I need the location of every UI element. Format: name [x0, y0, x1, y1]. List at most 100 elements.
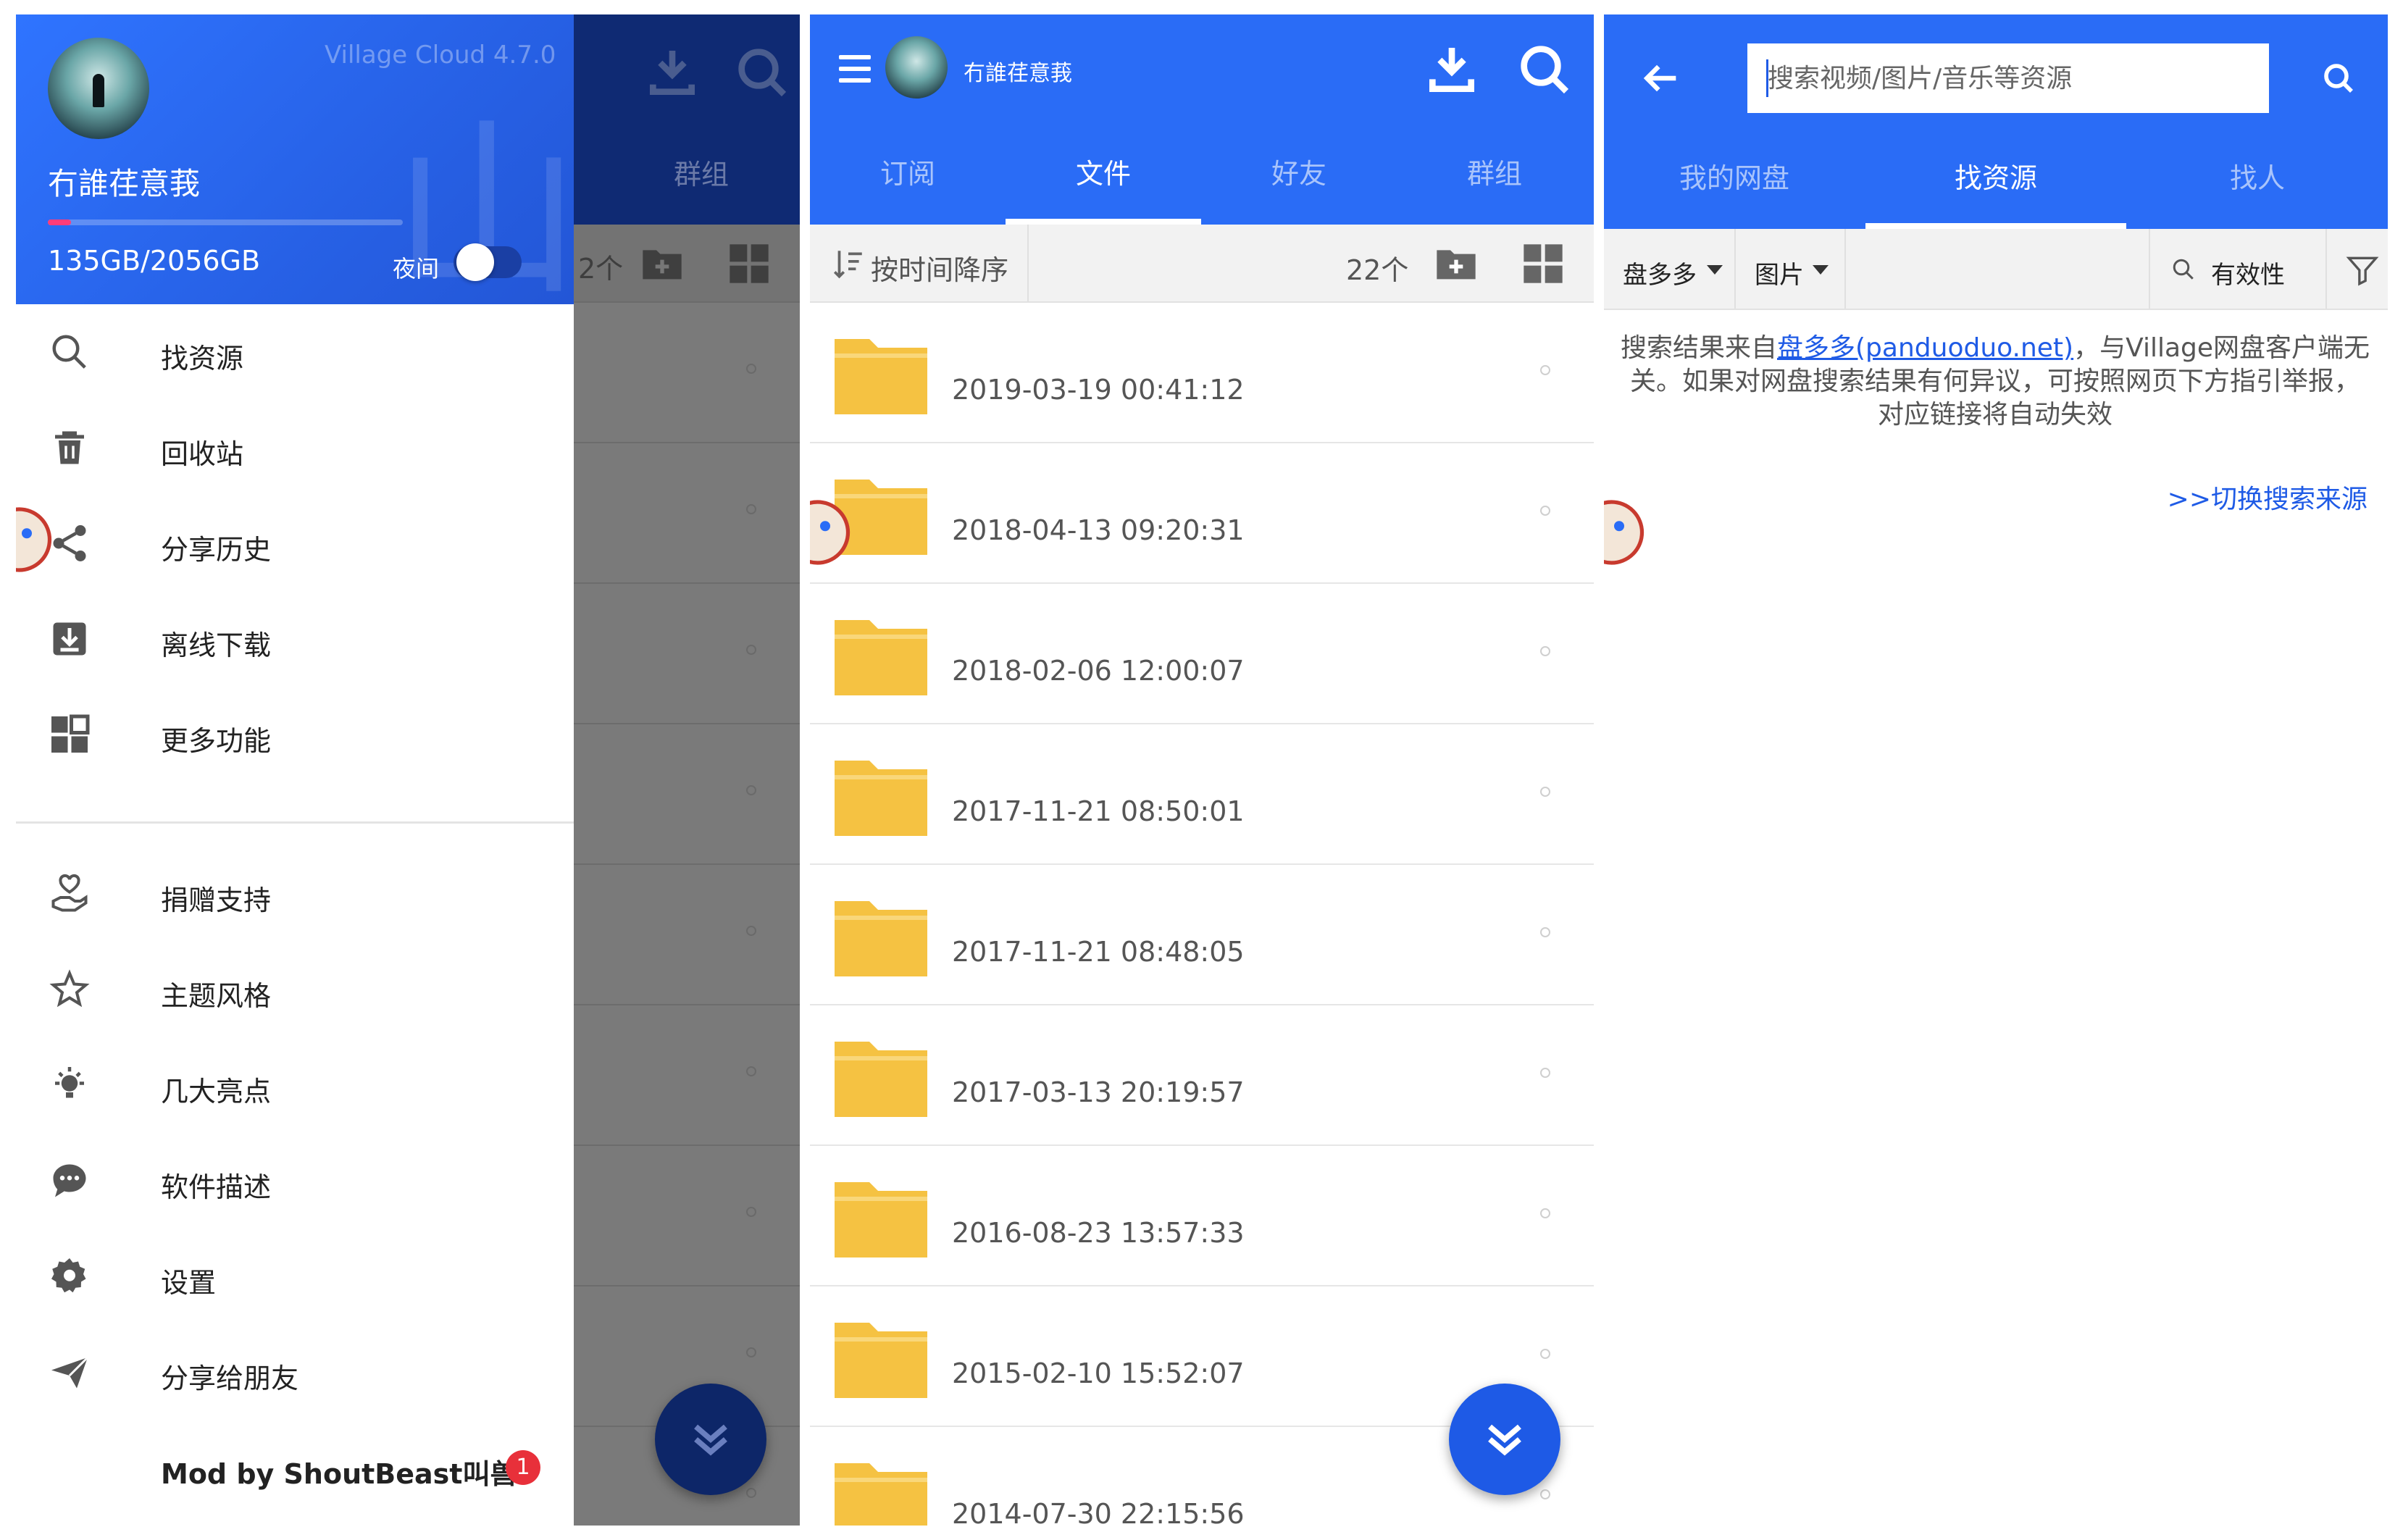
file-row[interactable]: 2017-03-13 20:19:57: [810, 1005, 1594, 1146]
grid-view-icon: [730, 244, 769, 283]
menu-item-recycle-bin[interactable]: 回收站: [16, 400, 574, 495]
tab-find-resources[interactable]: 找资源: [1865, 135, 2126, 229]
search-input[interactable]: [1768, 58, 2246, 99]
dropdown-arrow-icon: [1707, 265, 1723, 275]
grid-view-icon[interactable]: [1520, 240, 1566, 287]
donate-hand-heart-icon: [51, 874, 88, 912]
file-date: 2018-04-13 09:20:31: [952, 514, 1245, 546]
dimmed-radio: [746, 926, 756, 936]
search-icon[interactable]: [1516, 41, 1574, 99]
select-radio[interactable]: [1540, 646, 1550, 656]
validity-filter-button[interactable]: 有效性: [2149, 229, 2327, 309]
search-icon[interactable]: [2321, 61, 2356, 96]
sort-descending-icon: [833, 251, 862, 279]
menu-item-theme[interactable]: 主题风格: [16, 942, 574, 1037]
switch-search-source-link[interactable]: >>切换搜索来源: [2168, 478, 2368, 516]
select-radio[interactable]: [1540, 506, 1550, 516]
search-source-notice: 搜索结果来自盘多多(panduoduo.net)，与Village网盘客户端无关…: [1618, 332, 2372, 432]
back-arrow-icon[interactable]: [1637, 55, 1684, 101]
panduoduo-link[interactable]: 盘多多(panduoduo.net): [1777, 333, 2073, 363]
search-box[interactable]: [1747, 43, 2269, 113]
folder-icon: [835, 1463, 927, 1526]
file-row[interactable]: 2019-03-19 00:41:12: [810, 303, 1594, 443]
select-radio[interactable]: [1540, 1208, 1550, 1218]
file-row[interactable]: 2017-11-21 08:50:01: [810, 724, 1594, 865]
tab-files[interactable]: 文件: [1006, 130, 1201, 225]
mascot-floating-icon[interactable]: [16, 493, 52, 587]
storage-quota-bar: [48, 219, 403, 225]
avatar[interactable]: [885, 36, 948, 99]
menu-item-settings[interactable]: 设置: [16, 1229, 574, 1324]
mascot-floating-icon[interactable]: [810, 485, 851, 579]
select-radio[interactable]: [1540, 787, 1550, 797]
dimmed-radio: [746, 1488, 756, 1498]
menu-item-donate[interactable]: 捐赠支持: [16, 846, 574, 942]
dimmed-radio: [746, 1207, 756, 1217]
menu-item-find-resources[interactable]: 找资源: [16, 304, 574, 400]
paper-plane-icon: [51, 1356, 89, 1389]
folder-icon: [835, 620, 927, 695]
menu-item-description[interactable]: 软件描述: [16, 1133, 574, 1229]
download-icon[interactable]: [1423, 41, 1481, 99]
menu-item-share-friends[interactable]: 分享给朋友: [16, 1324, 574, 1420]
file-date: 2016-08-23 13:57:33: [952, 1217, 1245, 1249]
mod-credit-label: Mod by ShoutBeast叫兽: [161, 1458, 518, 1490]
sort-label: 按时间降序: [871, 254, 1009, 286]
select-radio[interactable]: [1540, 1489, 1550, 1499]
menu-item-offline-download[interactable]: 离线下载: [16, 591, 574, 687]
search-icon: [2173, 259, 2194, 280]
download-icon: [650, 51, 695, 95]
type-dropdown[interactable]: 图片: [1736, 229, 1846, 309]
file-date: 2017-11-21 08:48:05: [952, 936, 1245, 968]
menu-item-label: 设置: [161, 1267, 217, 1299]
file-date: 2015-02-10 15:52:07: [952, 1357, 1245, 1389]
folder-icon: [835, 1182, 927, 1257]
dropdown-arrow-icon: [1813, 265, 1829, 275]
navigation-drawer: 山 Village Cloud 4.7.0 冇誰荏意莪 135GB/2056GB…: [16, 14, 574, 1526]
tab-my-drive[interactable]: 我的网盘: [1604, 135, 1865, 229]
new-folder-icon[interactable]: [1433, 240, 1479, 287]
file-row[interactable]: 2016-08-23 13:57:33: [810, 1146, 1594, 1286]
offline-download-icon: [53, 622, 86, 656]
filter-bar: 盘多多 图片 有效性: [1604, 229, 2388, 310]
file-row[interactable]: 2018-04-13 09:20:31: [810, 443, 1594, 584]
tab-groups[interactable]: 群组: [1397, 130, 1592, 225]
sort-button[interactable]: 按时间降序: [810, 225, 1029, 301]
select-radio[interactable]: [1540, 365, 1550, 375]
dimmed-radio: [746, 645, 756, 655]
validity-label: 有效性: [2211, 261, 2285, 290]
tab-friends[interactable]: 好友: [1201, 130, 1397, 225]
file-row[interactable]: 2017-11-21 08:48:05: [810, 865, 1594, 1005]
avatar[interactable]: [48, 38, 149, 139]
menu-item-share-history[interactable]: 分享历史: [16, 495, 574, 591]
double-chevron-down-icon: [1488, 1424, 1521, 1456]
tab-subscriptions[interactable]: 订阅: [810, 130, 1006, 225]
source-dropdown[interactable]: 盘多多: [1604, 229, 1736, 309]
file-row[interactable]: 2018-02-06 12:00:07: [810, 584, 1594, 724]
chat-bubble-icon: [53, 1164, 86, 1197]
select-radio[interactable]: [1540, 1068, 1550, 1078]
scroll-bottom-fab[interactable]: [1449, 1384, 1560, 1495]
source-dropdown-label: 盘多多: [1623, 261, 1697, 290]
tab-find-people[interactable]: 找人: [2127, 135, 2388, 229]
menu-icon[interactable]: [839, 55, 871, 84]
select-radio[interactable]: [1540, 1349, 1550, 1359]
menu-item-more-features[interactable]: 更多功能: [16, 687, 574, 782]
night-mode-label: 夜间: [393, 255, 440, 283]
menu-item-highlights[interactable]: 几大亮点: [16, 1037, 574, 1133]
username-title: 冇誰荏意莪: [964, 61, 1072, 86]
menu-item-mod-credit[interactable]: Mod by ShoutBeast叫兽 1: [16, 1420, 574, 1515]
file-toolbar: 按时间降序 22个: [810, 225, 1594, 303]
app-version: Village Cloud 4.7.0: [325, 41, 556, 70]
file-date: 2014-07-30 22:15:56: [952, 1498, 1245, 1526]
filter-funnel-icon[interactable]: [2344, 252, 2381, 288]
trash-icon: [55, 431, 84, 464]
select-radio[interactable]: [1540, 927, 1550, 937]
mascot-floating-icon[interactable]: [1604, 485, 1645, 579]
tab-bar: 订阅 文件 好友 群组: [810, 130, 1594, 225]
dimmed-radio: [746, 1347, 756, 1357]
night-mode-toggle[interactable]: [454, 243, 522, 281]
lightbulb-icon: [55, 1067, 84, 1098]
theme-star-icon: [49, 969, 90, 1008]
folder-icon: [835, 339, 927, 414]
